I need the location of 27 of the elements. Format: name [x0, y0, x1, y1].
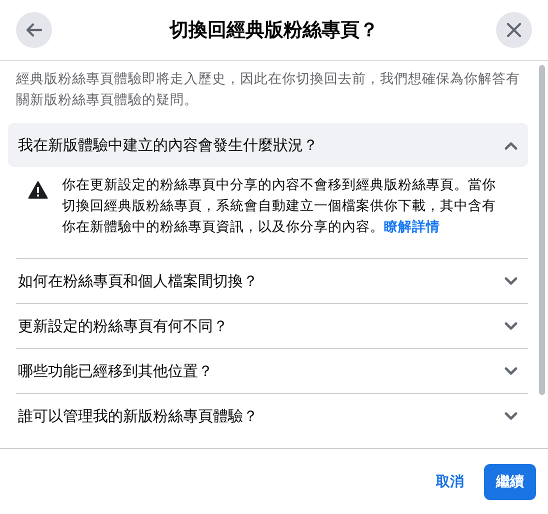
- close-button[interactable]: [496, 12, 532, 48]
- question-text: 哪些功能已經移到其他位置？: [18, 362, 213, 380]
- chevron-down-icon[interactable]: [504, 366, 518, 376]
- answer-text: 你在更新設定的粉絲專頁中分享的內容不會移到經典版粉絲專頁。當你切換回經典版粉絲專頁，系統會自動建立一個檔案供你下載，其中含有你在新體驗中的粉絲專頁資訊，以及你分享的內容。瞭解詳情: [62, 176, 497, 237]
- back-arrow-icon: [25, 21, 43, 39]
- chevron-down-icon[interactable]: [504, 412, 518, 420]
- learn-more-link[interactable]: 瞭解詳情: [384, 219, 440, 235]
- cancel-button[interactable]: 取消: [424, 464, 476, 500]
- dialog-title: 切換回經典版粉絲專頁？: [170, 18, 378, 43]
- question-text: 誰可以管理我的新版粉絲專頁體驗？: [18, 406, 258, 426]
- close-icon: [505, 21, 523, 39]
- question-text: 如何在粉絲專頁和個人檔案間切換？: [18, 272, 258, 290]
- faq-question[interactable]: 如何在粉絲專頁和個人檔案間切換？: [8, 259, 528, 303]
- question-text: 更新設定的粉絲專頁有何不同？: [18, 316, 228, 336]
- question-text: 我在新版體驗中建立的內容會發生什麼狀況？: [18, 136, 318, 154]
- chevron-down-icon[interactable]: [504, 322, 518, 330]
- continue-button[interactable]: 繼續: [484, 464, 536, 500]
- warning-icon: [28, 181, 48, 199]
- faq-question[interactable]: 我在新版體驗中建立的內容會發生什麼狀況？: [8, 123, 528, 167]
- intro-text: 經典版粉絲專頁體驗即將走入歷史，因此在你切換回去前，我們想確保為你解答有關新版粉絲專頁體驗的疑問。: [16, 70, 521, 110]
- faq-question[interactable]: 更新設定的粉絲專頁有何不同？: [8, 304, 528, 348]
- back-button[interactable]: [16, 12, 52, 48]
- scrollbar[interactable]: [539, 65, 545, 395]
- chevron-up-icon[interactable]: [504, 140, 518, 150]
- faq-question[interactable]: 哪些功能已經移到其他位置？: [8, 349, 528, 393]
- faq-question[interactable]: 誰可以管理我的新版粉絲專頁體驗？: [8, 394, 528, 438]
- chevron-down-icon[interactable]: [504, 276, 518, 286]
